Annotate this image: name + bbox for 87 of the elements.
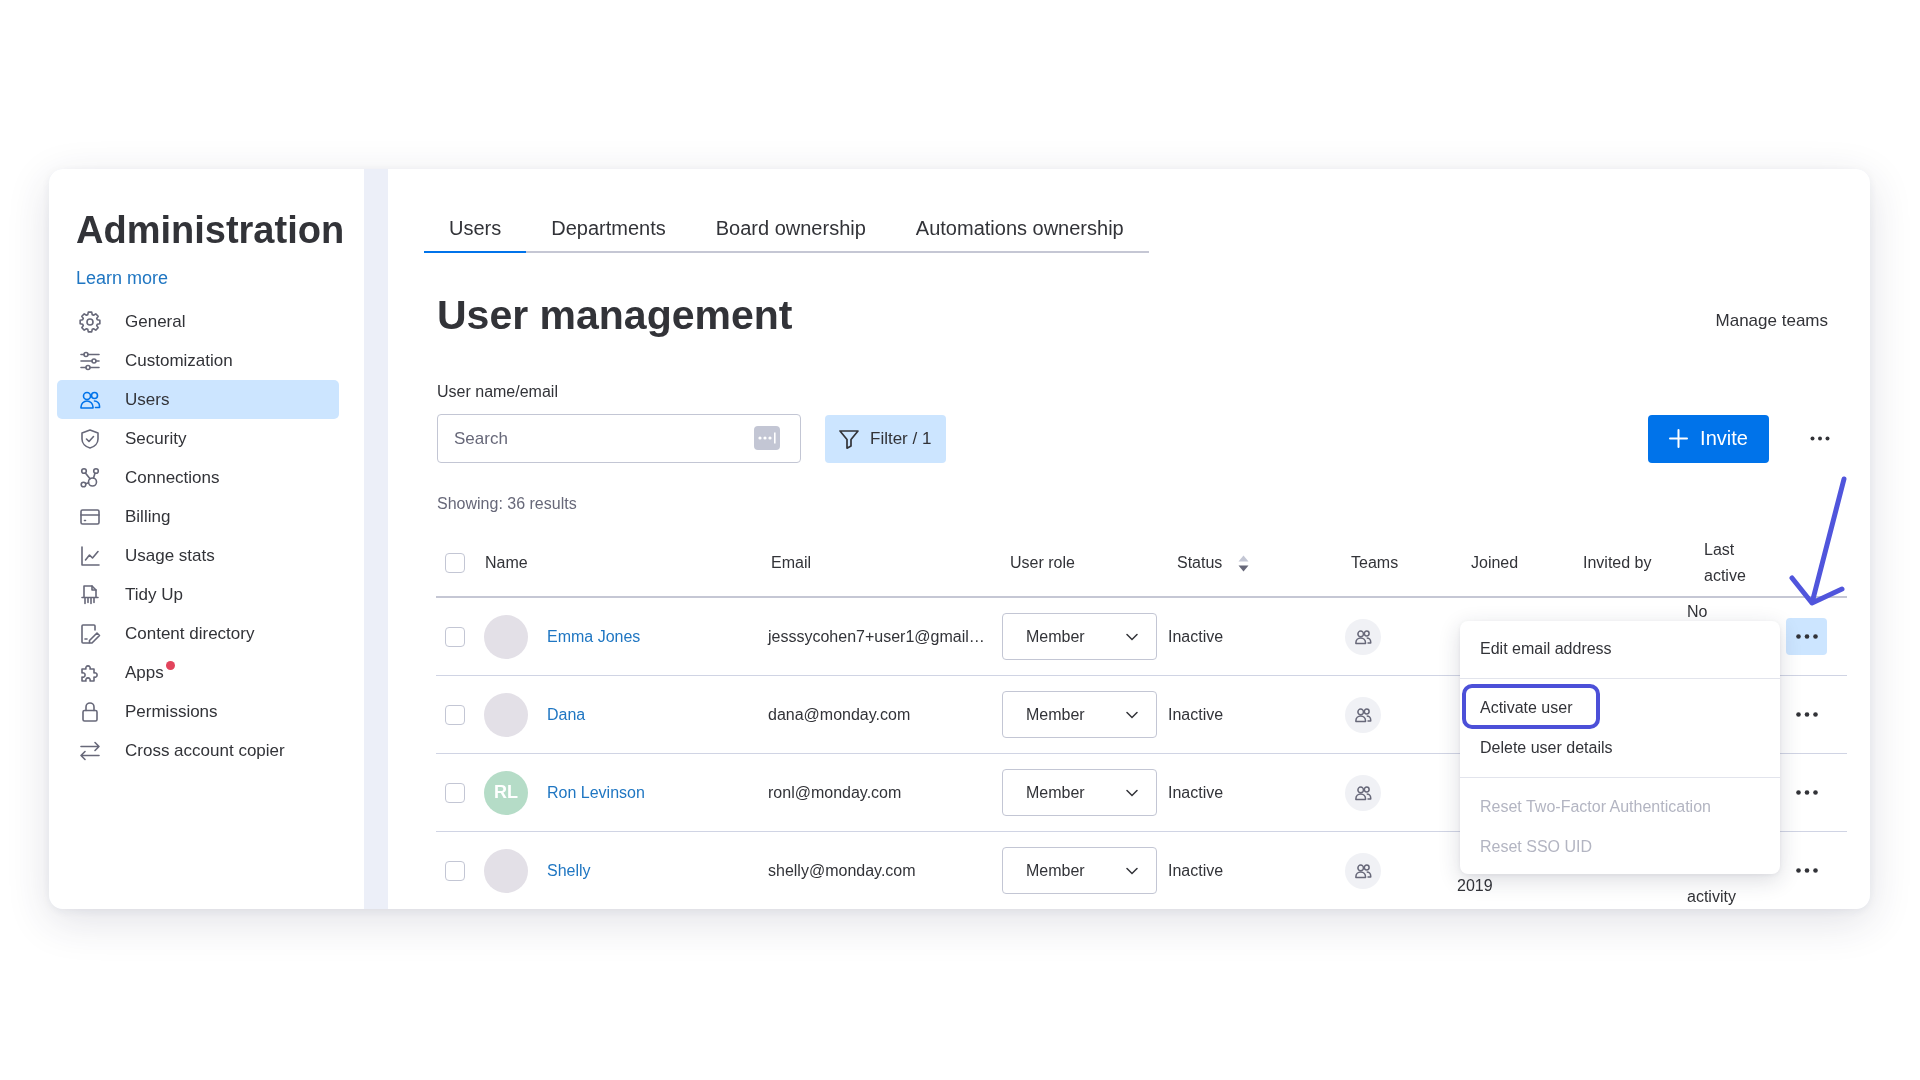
menu-item[interactable]: Delete user details <box>1460 728 1780 768</box>
invite-button[interactable]: Invite <box>1648 414 1769 463</box>
tab[interactable]: Departments <box>526 204 691 253</box>
learn-more-link[interactable]: Learn more <box>76 267 169 289</box>
funnel-icon <box>838 427 860 450</box>
user-name-link[interactable]: Shelly <box>547 861 591 880</box>
more-icon <box>1810 436 1830 441</box>
sidebar-item[interactable]: Apps <box>57 653 339 692</box>
tab[interactable]: Automations ownership <box>890 204 1149 253</box>
chevron-down-icon <box>1126 788 1138 797</box>
column-header: User role <box>1010 553 1075 573</box>
avatar-photo-placeholder <box>484 614 528 659</box>
shredder-icon <box>78 582 102 607</box>
chevron-down-icon <box>1126 710 1138 719</box>
team-icon <box>1345 852 1381 889</box>
checkbox[interactable] <box>445 782 465 803</box>
nodes-icon <box>78 465 102 490</box>
tab[interactable]: Users <box>424 204 527 253</box>
role-dropdown[interactable]: Member <box>1002 769 1157 816</box>
checkbox[interactable] <box>445 626 465 647</box>
filter-button[interactable]: Filter / 1 <box>825 414 947 463</box>
sidebar-item[interactable]: Cross account copier <box>57 731 339 770</box>
avatar-initials: RL <box>484 770 528 815</box>
shield-check-icon <box>78 426 102 451</box>
sidebar-item[interactable]: Tidy Up <box>57 575 339 614</box>
sidebar-item[interactable]: Usage stats <box>57 536 339 575</box>
more-icon <box>1795 790 1818 795</box>
team-icon <box>1345 696 1381 733</box>
search-field[interactable]: Search <box>437 414 801 463</box>
field-label: User name/email <box>437 382 558 402</box>
more-icon <box>1795 634 1818 639</box>
status-text: Inactive <box>1168 861 1224 880</box>
email-text: jesssycohen7+user1@gmail… <box>768 627 985 646</box>
email-text: dana@monday.com <box>768 705 911 724</box>
menu-item[interactable]: Activate user <box>1460 688 1780 728</box>
menu-item[interactable]: Edit email address <box>1460 629 1780 669</box>
email-text: shelly@monday.com <box>768 861 916 880</box>
row-actions-button[interactable] <box>1786 618 1827 655</box>
tab[interactable]: Board ownership <box>690 204 891 253</box>
results-count: Showing: 36 results <box>437 494 577 514</box>
sidebar-item[interactable]: Content directory <box>57 614 339 653</box>
chevron-down-icon <box>1126 866 1138 875</box>
column-header: Joined <box>1471 553 1519 573</box>
plus-icon <box>1669 429 1689 448</box>
manage-teams-button[interactable]: Manage teams <box>1715 310 1828 332</box>
column-header: Invited by <box>1583 553 1652 573</box>
column-header: Email <box>771 553 811 573</box>
column-header: Name <box>485 553 528 573</box>
column-header: Last active <box>1704 540 1747 586</box>
more-icon <box>1795 868 1818 873</box>
line-chart-icon <box>78 543 102 568</box>
user-name-link[interactable]: Dana <box>547 705 586 724</box>
column-header: Status <box>1177 553 1223 573</box>
last-active-text: No <box>1687 603 1708 621</box>
checkbox[interactable] <box>445 553 465 573</box>
sidebar-item[interactable]: Permissions <box>57 692 339 731</box>
page-title: User management <box>437 291 793 340</box>
team-icon <box>1345 774 1381 811</box>
role-dropdown[interactable]: Member <box>1002 613 1157 660</box>
role-dropdown[interactable]: Member <box>1002 847 1157 894</box>
sidebar-item[interactable]: General <box>57 302 339 341</box>
sidebar-item[interactable]: Customization <box>57 341 339 380</box>
last-active-text: activity <box>1687 888 1736 906</box>
status-text: Inactive <box>1168 705 1224 724</box>
status-text: Inactive <box>1168 783 1224 802</box>
checkbox[interactable] <box>445 860 465 881</box>
sidebar-title: Administration <box>76 208 345 253</box>
sidebar-item[interactable]: Users <box>57 380 339 419</box>
sidebar-item[interactable]: Billing <box>57 497 339 536</box>
avatar-photo-placeholder <box>484 692 528 737</box>
checkbox[interactable] <box>445 704 465 725</box>
role-dropdown[interactable]: Member <box>1002 691 1157 738</box>
ellipsis-icon <box>754 426 780 450</box>
joined-date: 2019 <box>1457 877 1493 895</box>
status-text: Inactive <box>1168 627 1224 646</box>
user-name-link[interactable]: Emma Jones <box>547 627 641 646</box>
gear-icon <box>78 309 102 334</box>
avatar-photo-placeholder <box>484 848 528 893</box>
chevron-down-icon <box>1126 632 1138 641</box>
sidebar-item[interactable]: Security <box>57 419 339 458</box>
email-text: ronl@monday.com <box>768 783 902 802</box>
column-header: Teams <box>1351 553 1399 573</box>
document-pencil-icon <box>78 621 102 646</box>
more-icon <box>1795 712 1818 717</box>
sidebar-item[interactable]: Connections <box>57 458 339 497</box>
team-icon <box>1345 618 1381 655</box>
user-name-link[interactable]: Ron Levinson <box>547 783 645 802</box>
